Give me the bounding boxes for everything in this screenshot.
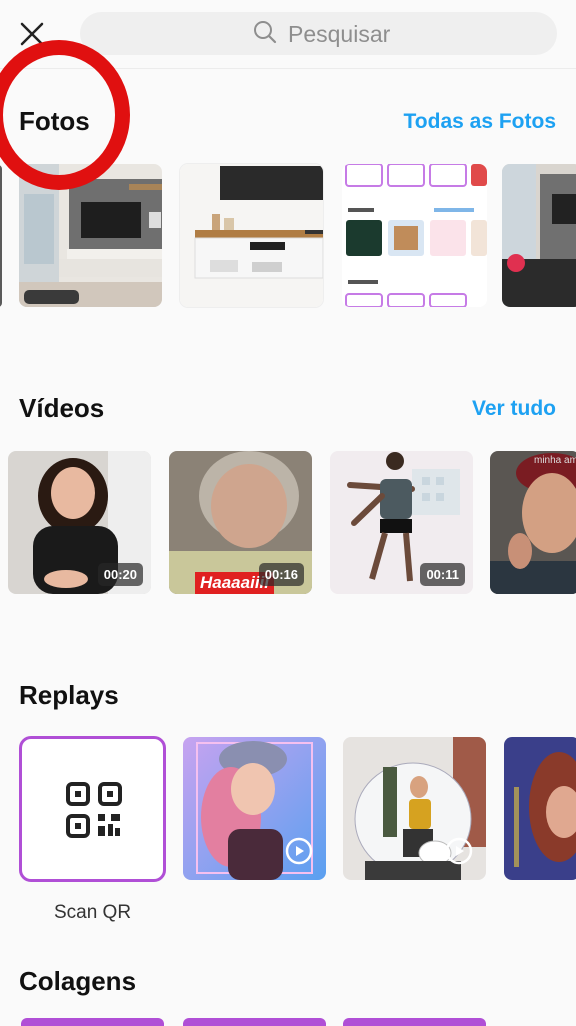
replay-icon xyxy=(284,836,314,866)
video-duration: 00:11 xyxy=(420,563,465,586)
search-icon xyxy=(252,19,278,50)
photo-thumbnail-partial[interactable] xyxy=(0,165,2,307)
search-placeholder: Pesquisar xyxy=(288,20,391,47)
replays-section-title: Replays xyxy=(19,680,119,710)
video-duration: 00:16 xyxy=(258,563,304,586)
replay-thumbnail[interactable] xyxy=(183,737,326,880)
collages-section-title: Colagens xyxy=(19,966,137,996)
all-photos-link[interactable]: Todas as Fotos xyxy=(404,110,556,134)
replay-icon xyxy=(444,836,474,866)
scan-qr-button[interactable] xyxy=(19,736,166,882)
collage-card[interactable] xyxy=(183,1018,326,1026)
videos-see-all-link[interactable]: Ver tudo xyxy=(472,397,556,421)
search-field[interactable]: Pesquisar xyxy=(80,12,557,55)
photo-thumbnail[interactable] xyxy=(342,164,487,307)
video-thumbnail[interactable]: 00:11 xyxy=(330,451,473,594)
photo-thumbnail[interactable] xyxy=(180,164,323,307)
video-thumbnail[interactable]: Haaaaiiii 00:16 xyxy=(169,451,312,594)
video-caption: minha am xyxy=(534,455,576,466)
video-duration: 00:20 xyxy=(97,563,143,586)
video-thumbnail[interactable]: minha am xyxy=(490,451,576,594)
qr-code-icon xyxy=(66,782,122,843)
replay-thumbnail[interactable] xyxy=(504,737,576,880)
photo-thumbnail[interactable] xyxy=(502,164,576,307)
video-thumbnail[interactable]: 00:20 xyxy=(8,451,151,594)
scan-qr-label: Scan QR xyxy=(53,902,132,923)
replay-thumbnail[interactable] xyxy=(343,737,486,880)
collage-card[interactable] xyxy=(21,1018,164,1026)
collage-card[interactable] xyxy=(343,1018,486,1026)
videos-section-title: Vídeos xyxy=(19,393,105,423)
